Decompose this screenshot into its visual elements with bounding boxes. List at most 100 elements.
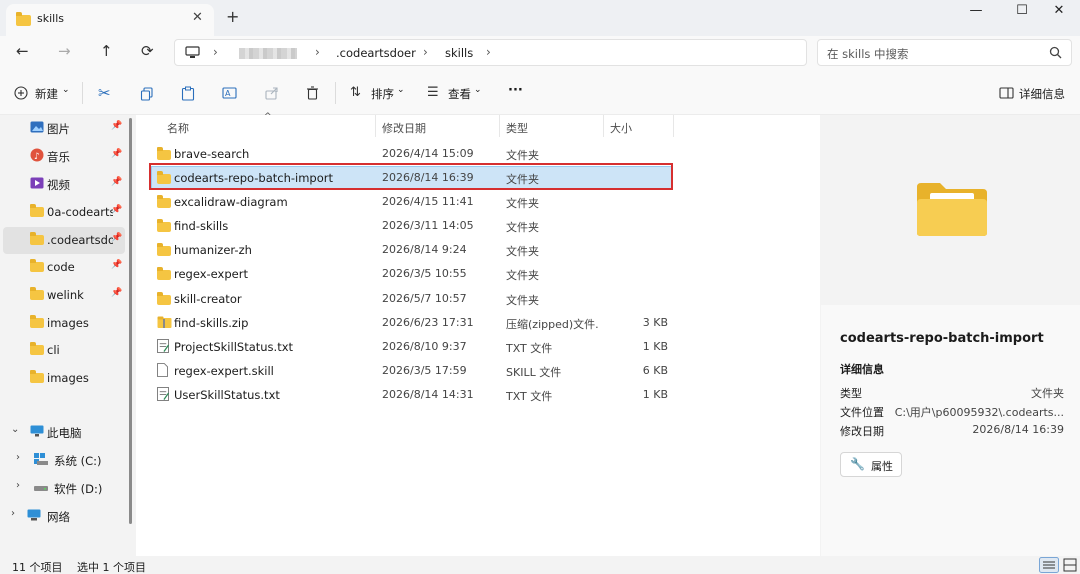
column-header-type[interactable]: 类型 <box>506 120 528 136</box>
new-tab-button[interactable]: + <box>226 7 239 26</box>
sidebar-item-label: 图片 <box>47 122 70 136</box>
sidebar-item-0a-codearts[interactable]: 0a-codearts 📌 <box>3 199 125 226</box>
close-tab-icon[interactable]: ✕ <box>192 10 203 25</box>
minimize-button[interactable]: — <box>953 0 999 24</box>
file-type: TXT 文件 <box>506 390 553 403</box>
sidebar-item-videos[interactable]: 视频 📌 <box>3 171 125 198</box>
details-item-name: codearts-repo-batch-import <box>840 331 1044 346</box>
file-modified: 2026/8/14 14:31 <box>382 388 474 401</box>
video-icon <box>30 177 44 189</box>
folder-icon <box>157 243 171 256</box>
file-row[interactable]: regex-expert.skill 2026/3/5 17:59 SKILL … <box>151 359 672 383</box>
folder-icon <box>157 195 171 208</box>
file-row[interactable]: UserSkillStatus.txt 2026/8/14 14:31 TXT … <box>151 383 672 407</box>
paste-icon[interactable] <box>181 86 195 101</box>
file-row[interactable]: regex-expert 2026/3/5 10:55 文件夹 <box>151 262 672 286</box>
sidebar-item-codeartsdoer[interactable]: .codeartsdo 📌 <box>3 227 125 254</box>
music-icon: ♪ <box>30 148 44 162</box>
sidebar-item-label: welink <box>47 288 84 302</box>
breadcrumb-codeartsdoer[interactable]: .codeartsdoer <box>336 46 416 60</box>
svg-text:♪: ♪ <box>34 152 40 162</box>
folder-icon <box>30 287 44 300</box>
file-name: ProjectSkillStatus.txt <box>174 340 294 354</box>
new-button[interactable]: 新建 <box>35 86 58 102</box>
chevron-right-icon[interactable]: › <box>16 452 20 463</box>
file-size: 1 KB <box>642 340 668 353</box>
sidebar-item-label: images <box>47 316 89 330</box>
breadcrumb-skills[interactable]: skills <box>445 46 473 60</box>
sidebar-item-label: 网络 <box>47 510 70 524</box>
folder-icon <box>30 232 44 245</box>
chevron-down-icon[interactable]: ⌄ <box>11 424 19 435</box>
column-header-size[interactable]: 大小 <box>610 120 632 136</box>
sidebar-item-drive-c[interactable]: › 系统 (C:) <box>14 447 136 474</box>
file-row[interactable]: find-skills.zip 2026/6/23 17:31 压缩(zippe… <box>151 311 672 335</box>
folder-icon <box>30 370 44 383</box>
view-icon: ☰ <box>427 85 439 100</box>
sidebar-item-pictures[interactable]: 图片 📌 <box>3 115 125 142</box>
file-type: SKILL 文件 <box>506 366 562 379</box>
details-view-icon[interactable] <box>1039 557 1059 573</box>
redacted-user-segment <box>239 48 297 59</box>
view-button[interactable]: 查看 <box>448 86 471 102</box>
back-button[interactable]: ← <box>16 42 29 60</box>
chevron-right-icon[interactable]: › <box>11 508 15 519</box>
pin-icon: 📌 <box>111 233 123 243</box>
wrench-icon: 🔧 <box>850 457 865 471</box>
column-header-name[interactable]: 名称 <box>167 120 189 136</box>
forward-button[interactable]: → <box>58 42 71 60</box>
sidebar-item-code[interactable]: code 📌 <box>3 254 125 281</box>
sidebar-item-label: images <box>47 371 89 385</box>
sidebar-item-network[interactable]: › 网络 <box>3 503 125 530</box>
rename-icon[interactable]: A <box>222 86 237 100</box>
navigation-bar: ← → ↑ ⟳ › › .codeartsdoer › skills › 在 s… <box>0 36 1080 70</box>
details-button[interactable]: 详细信息 <box>1019 86 1065 102</box>
properties-button[interactable]: 🔧 属性 <box>840 452 902 477</box>
cut-icon[interactable]: ✂ <box>98 84 111 102</box>
location-value: C:\用户\p60095932\.codearts... <box>894 406 1064 419</box>
up-button[interactable]: ↑ <box>100 42 113 60</box>
refresh-button[interactable]: ⟳ <box>141 42 154 60</box>
sidebar-item-welink[interactable]: welink 📌 <box>3 282 125 309</box>
sidebar-item-label: 视频 <box>47 178 70 192</box>
file-name: regex-expert.skill <box>174 364 274 378</box>
sort-icon: ⇅ <box>350 85 361 100</box>
delete-icon[interactable] <box>306 86 319 100</box>
sidebar-item-cli[interactable]: cli <box>3 337 125 364</box>
sidebar-item-this-pc[interactable]: ⌄ 此电脑 <box>3 419 125 446</box>
more-options-button[interactable]: ··· <box>508 83 523 98</box>
sidebar-scrollbar[interactable] <box>129 118 132 524</box>
status-bar: 11 个项目 选中 1 个项目 <box>0 556 1080 574</box>
window-tab[interactable]: skills ✕ <box>6 4 214 36</box>
file-row[interactable]: ProjectSkillStatus.txt 2026/8/10 9:37 TX… <box>151 335 672 359</box>
divider <box>335 82 336 104</box>
file-row[interactable]: find-skills 2026/3/11 14:05 文件夹 <box>151 214 672 238</box>
column-header-modified[interactable]: 修改日期 <box>382 120 426 136</box>
pin-icon: 📌 <box>111 205 123 215</box>
item-count: 11 个项目 <box>12 561 63 574</box>
details-pane-icon <box>999 87 1014 99</box>
share-icon[interactable] <box>265 86 279 100</box>
file-modified: 2026/4/14 15:09 <box>382 147 474 160</box>
sidebar-item-images[interactable]: images <box>3 310 125 337</box>
file-row[interactable]: skill-creator 2026/5/7 10:57 文件夹 <box>151 287 672 311</box>
sidebar-item-images-2[interactable]: images <box>3 365 125 392</box>
file-row[interactable]: humanizer-zh 2026/8/14 9:24 文件夹 <box>151 238 672 262</box>
file-type: 文件夹 <box>506 245 539 258</box>
chevron-right-icon[interactable]: › <box>16 480 20 491</box>
sidebar-item-drive-d[interactable]: › 软件 (D:) <box>14 475 136 502</box>
search-box[interactable]: 在 skills 中搜索 <box>817 39 1072 66</box>
copy-icon[interactable] <box>140 87 154 101</box>
navigation-pane: 图片 📌 ♪ 音乐 📌 视频 📌 0a-codearts 📌 .codearts… <box>0 115 134 556</box>
close-window-button[interactable]: ✕ <box>1036 0 1080 24</box>
divider <box>603 115 604 137</box>
sort-button[interactable]: 排序 <box>371 86 394 102</box>
file-name: regex-expert <box>174 267 248 281</box>
tiles-view-icon[interactable] <box>1063 558 1077 572</box>
file-modified: 2026/4/15 11:41 <box>382 195 474 208</box>
address-bar[interactable]: › › .codeartsdoer › skills › <box>174 39 807 66</box>
sidebar-item-music[interactable]: ♪ 音乐 📌 <box>3 143 125 170</box>
file-type: 文件夹 <box>506 149 539 162</box>
file-row[interactable]: excalidraw-diagram 2026/4/15 11:41 文件夹 <box>151 190 672 214</box>
command-bar: 新建 ⌄ ✂ A ⇅ 排序 ⌄ ☰ 查看 ⌄ ··· 详细信息 <box>0 70 1080 115</box>
